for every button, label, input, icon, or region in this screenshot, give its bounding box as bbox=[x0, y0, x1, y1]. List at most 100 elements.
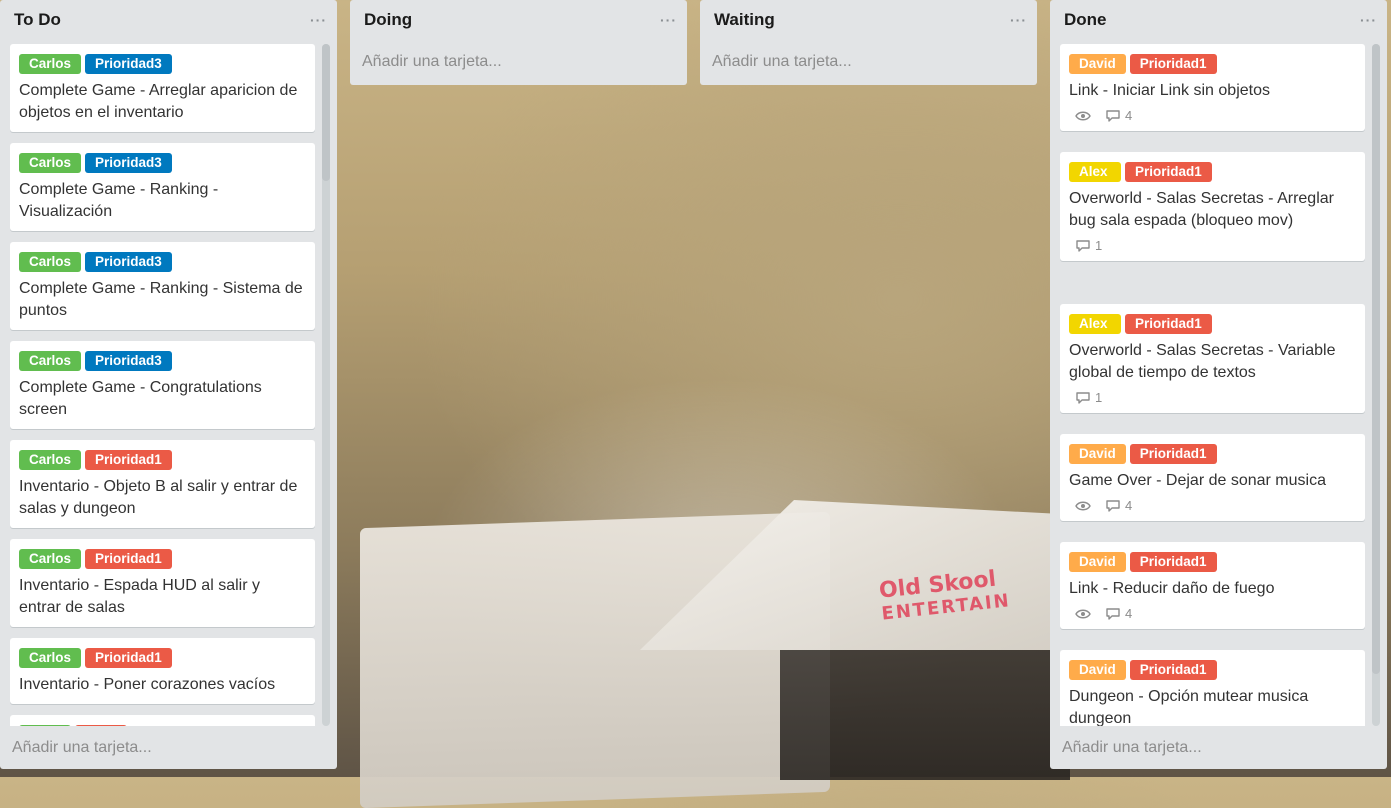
list-header: Waiting ··· bbox=[700, 0, 1037, 40]
card[interactable]: Carlos Prioridad1 Inventario - Espada HUD … bbox=[10, 539, 315, 627]
card-container: David Prioridad1 Link - Iniciar Link sin o… bbox=[1050, 40, 1387, 726]
card[interactable]: Alex Prioridad1 Overworld - Salas Secretas… bbox=[1060, 152, 1365, 261]
card-label: Prioridad1 bbox=[1129, 444, 1217, 464]
card-label: Prioridad3 bbox=[85, 252, 172, 272]
card-labels: Carlos Prioridad1 bbox=[19, 549, 306, 569]
comment-count: 1 bbox=[1095, 390, 1103, 405]
card-labels: Carlos Prioridad1 bbox=[19, 450, 306, 470]
add-card-button[interactable]: Añadir una tarjeta... bbox=[350, 40, 687, 84]
card[interactable]: Carlos Prioridad3 Complete Game - Congratu… bbox=[10, 341, 315, 429]
card[interactable]: Carlos Prioridad1 Inventario - Poner coraz… bbox=[10, 638, 315, 704]
card-label: Carlos bbox=[19, 549, 82, 569]
scrollbar[interactable] bbox=[1372, 44, 1380, 726]
card-title: Overworld - Salas Secretas - Arreglar bu… bbox=[1069, 190, 1334, 229]
list-todo: To Do ··· Carlos Prioridad3 Complete Game … bbox=[0, 0, 337, 769]
card-label: Carlos bbox=[19, 252, 82, 272]
comment-icon bbox=[1105, 109, 1121, 123]
card-label: Prioridad1 bbox=[85, 648, 172, 668]
card[interactable]: Carlos Prioridad3 Complete Game - Ranking … bbox=[10, 143, 315, 231]
card-label: Prioridad1 bbox=[85, 549, 172, 569]
card-title: Inventario - Objeto B al salir y entrar … bbox=[19, 478, 298, 517]
card-label: Prioridad3 bbox=[85, 351, 172, 371]
card[interactable] bbox=[10, 715, 315, 726]
card-badges: 4 bbox=[1069, 498, 1356, 513]
comments-badge: 1 bbox=[1075, 390, 1102, 405]
add-card-button[interactable]: Añadir una tarjeta... bbox=[1062, 739, 1202, 757]
comments-badge: 4 bbox=[1105, 606, 1132, 621]
card-label: David bbox=[1069, 54, 1126, 74]
comment-icon bbox=[1075, 239, 1091, 253]
list-header: Done ··· bbox=[1050, 0, 1387, 40]
list-header: Doing ··· bbox=[350, 0, 687, 40]
card[interactable]: Carlos Prioridad1 Inventario - Objeto B al… bbox=[10, 440, 315, 528]
card-label: Prioridad1 bbox=[1129, 54, 1217, 74]
card-title: Complete Game - Congratulations screen bbox=[19, 379, 262, 418]
card[interactable]: David Prioridad1 Game Over - Dejar de sona… bbox=[1060, 434, 1365, 521]
card-title: Dungeon - Opción mutear musica dungeon bbox=[1069, 688, 1309, 726]
card-label: Carlos bbox=[19, 450, 82, 470]
card-badges: 4 bbox=[1069, 606, 1356, 621]
comments-badge: 4 bbox=[1105, 108, 1132, 123]
card[interactable]: Alex Prioridad1 Overworld - Salas Secretas… bbox=[1060, 304, 1365, 413]
background-dark-area bbox=[780, 650, 1070, 780]
card-label: Alex bbox=[1069, 162, 1121, 182]
card-title: Inventario - Poner corazones vacíos bbox=[19, 676, 276, 693]
list-title: Waiting bbox=[714, 10, 775, 29]
card-labels: Alex Prioridad1 bbox=[1069, 162, 1356, 182]
card-labels: Alex Prioridad1 bbox=[1069, 314, 1356, 334]
list-title: Doing bbox=[364, 10, 413, 29]
card-badges: 1 bbox=[1069, 238, 1356, 253]
card-label: Carlos bbox=[19, 351, 82, 371]
card-title: Complete Game - Ranking - Visualización bbox=[19, 181, 219, 220]
card-label: Alex bbox=[1069, 314, 1121, 334]
comment-icon bbox=[1075, 391, 1091, 405]
card-container: Carlos Prioridad3 Complete Game - Arreglar… bbox=[0, 40, 337, 726]
list-menu-icon[interactable]: ··· bbox=[310, 12, 327, 28]
list-menu-icon[interactable]: ··· bbox=[1360, 12, 1377, 28]
scrollbar-thumb[interactable] bbox=[1372, 44, 1380, 674]
card-labels: Carlos Prioridad3 bbox=[19, 351, 306, 371]
card[interactable]: David Prioridad1 Dungeon - Opción mutear m… bbox=[1060, 650, 1365, 726]
card-labels: Carlos Prioridad3 bbox=[19, 252, 306, 272]
add-card-button[interactable]: Añadir una tarjeta... bbox=[700, 40, 1037, 84]
card-labels: Carlos Prioridad3 bbox=[19, 153, 306, 173]
card-label: David bbox=[1069, 660, 1126, 680]
card-label: Carlos bbox=[19, 54, 82, 74]
card-label bbox=[19, 725, 71, 726]
card-label: Prioridad1 bbox=[1129, 552, 1217, 572]
card[interactable]: Carlos Prioridad3 Complete Game - Ranking … bbox=[10, 242, 315, 330]
card-labels: David Prioridad1 bbox=[1069, 552, 1356, 572]
card-labels: David Prioridad1 bbox=[1069, 660, 1356, 680]
comment-count: 4 bbox=[1125, 606, 1133, 621]
list-menu-icon[interactable]: ··· bbox=[660, 12, 677, 28]
comment-count: 1 bbox=[1095, 238, 1103, 253]
comment-icon bbox=[1105, 607, 1121, 621]
comment-count: 4 bbox=[1125, 108, 1133, 123]
card-title: Complete Game - Arreglar aparicion de ob… bbox=[19, 82, 298, 121]
card-title: Complete Game - Ranking - Sistema de pun… bbox=[19, 280, 303, 319]
card[interactable]: David Prioridad1 Link - Iniciar Link sin o… bbox=[1060, 44, 1365, 131]
list-title: Done bbox=[1064, 10, 1107, 29]
card-title: Inventario - Espada HUD al salir y entra… bbox=[19, 577, 260, 616]
card-label: Prioridad1 bbox=[1125, 162, 1212, 182]
card-label: Prioridad1 bbox=[1129, 660, 1217, 680]
card-badges: 4 bbox=[1069, 108, 1356, 123]
list-header: To Do ··· bbox=[0, 0, 337, 40]
card-label bbox=[75, 725, 127, 726]
card-label: Prioridad1 bbox=[85, 450, 172, 470]
card[interactable]: Carlos Prioridad3 Complete Game - Arreglar… bbox=[10, 44, 315, 132]
comment-count: 4 bbox=[1125, 498, 1133, 513]
card-title: Link - Reducir daño de fuego bbox=[1069, 580, 1275, 597]
scrollbar-thumb[interactable] bbox=[322, 44, 330, 181]
comments-badge: 1 bbox=[1075, 238, 1102, 253]
scrollbar[interactable] bbox=[322, 44, 330, 726]
card-labels: David Prioridad1 bbox=[1069, 54, 1356, 74]
card-label: David bbox=[1069, 552, 1126, 572]
list-menu-icon[interactable]: ··· bbox=[1010, 12, 1027, 28]
card-label: Carlos bbox=[19, 648, 82, 668]
add-card-button[interactable]: Añadir una tarjeta... bbox=[12, 739, 152, 757]
card-badges: 1 bbox=[1069, 390, 1356, 405]
card-label: Prioridad3 bbox=[85, 54, 172, 74]
eye-icon bbox=[1075, 110, 1091, 122]
card[interactable]: David Prioridad1 Link - Reducir daño de fu… bbox=[1060, 542, 1365, 629]
